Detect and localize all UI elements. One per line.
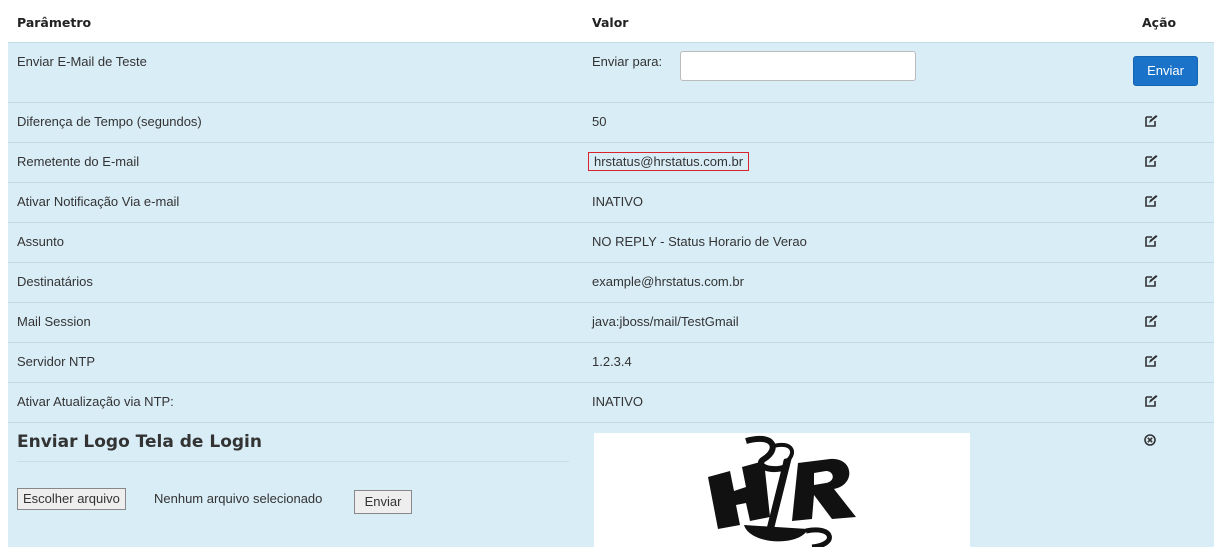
row-value-highlighted: hrstatus@hrstatus.com.br <box>588 152 750 171</box>
login-logo-image <box>594 433 970 547</box>
edit-icon[interactable] <box>1144 154 1158 168</box>
row-value: INATIVO <box>592 394 644 409</box>
row-value: 1.2.3.4 <box>592 354 632 369</box>
row-label: Diferença de Tempo (segundos) <box>17 114 202 129</box>
edit-icon[interactable] <box>1144 354 1158 368</box>
row-label: Mail Session <box>17 314 91 329</box>
edit-icon[interactable] <box>1144 194 1158 208</box>
header-valor: Valor <box>592 15 629 30</box>
table-row: Ativar Atualização via NTP: INATIVO <box>8 382 1214 422</box>
remove-logo-icon[interactable] <box>1144 434 1156 446</box>
row-value: java:jboss/mail/TestGmail <box>592 314 739 329</box>
edit-icon[interactable] <box>1144 274 1158 288</box>
edit-icon[interactable] <box>1144 314 1158 328</box>
row-label: Servidor NTP <box>17 354 96 369</box>
table-row: Remetente do E-mail hrstatus@hrstatus.co… <box>8 142 1214 182</box>
logo-section-title: Enviar Logo Tela de Login <box>17 432 262 452</box>
table-row: Assunto NO REPLY - Status Horario de Ver… <box>8 222 1214 262</box>
row-label: Assunto <box>17 234 64 249</box>
edit-icon[interactable] <box>1144 114 1158 128</box>
upload-logo-button[interactable]: Enviar <box>354 490 412 514</box>
test-mail-label: Enviar E-Mail de Teste <box>17 54 147 69</box>
hr-coffee-logo <box>708 435 856 547</box>
divider <box>17 461 569 462</box>
edit-icon[interactable] <box>1144 234 1158 248</box>
table-header: Parâmetro Valor Ação <box>8 8 1214 42</box>
send-to-input[interactable] <box>680 51 916 81</box>
header-parametro: Parâmetro <box>17 15 92 30</box>
send-to-label: Enviar para: <box>592 54 663 69</box>
test-mail-row: Enviar E-Mail de Teste Enviar para: Envi… <box>8 42 1214 102</box>
logo-upload-section: Enviar Logo Tela de Login Escolher arqui… <box>8 422 1214 547</box>
settings-table: Parâmetro Valor Ação Enviar E-Mail de Te… <box>8 8 1214 547</box>
row-value: INATIVO <box>592 194 644 209</box>
row-label: Destinatários <box>17 274 93 289</box>
table-row: Mail Session java:jboss/mail/TestGmail <box>8 302 1214 342</box>
table-row: Ativar Notificação Via e-mail INATIVO <box>8 182 1214 222</box>
edit-icon[interactable] <box>1144 394 1158 408</box>
row-label: Ativar Notificação Via e-mail <box>17 194 180 209</box>
table-row: Destinatários example@hrstatus.com.br <box>8 262 1214 302</box>
table-row: Diferença de Tempo (segundos) 50 <box>8 102 1214 142</box>
choose-file-button[interactable]: Escolher arquivo <box>17 488 126 510</box>
row-value: 50 <box>592 114 607 129</box>
row-label: Remetente do E-mail <box>17 154 140 169</box>
row-value: NO REPLY - Status Horario de Verao <box>592 234 807 249</box>
no-file-label: Nenhum arquivo selecionado <box>154 491 323 506</box>
send-test-mail-button[interactable]: Enviar <box>1133 56 1198 86</box>
row-value: example@hrstatus.com.br <box>592 274 744 289</box>
header-acao: Ação <box>1142 15 1177 30</box>
table-row: Servidor NTP 1.2.3.4 <box>8 342 1214 382</box>
row-label: Ativar Atualização via NTP: <box>17 394 174 409</box>
